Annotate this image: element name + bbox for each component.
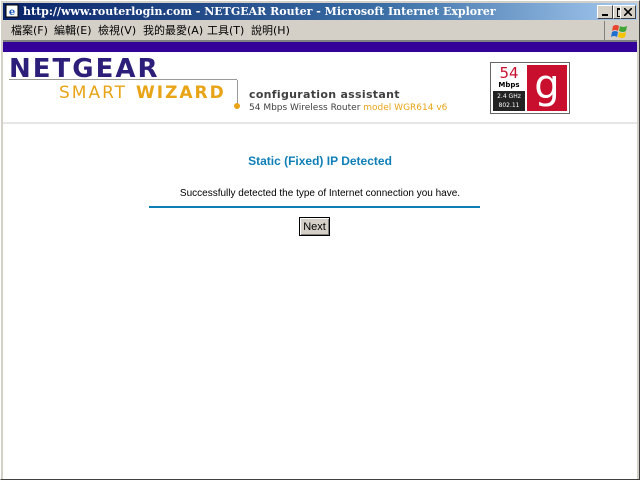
page-content: NETGEAR SMART WIZARD configuration assis… (3, 41, 637, 479)
badge-unit: Mbps (498, 81, 520, 89)
close-button[interactable] (620, 5, 636, 19)
title-bar[interactable]: e http://www.routerlogin.com - NETGEAR R… (3, 3, 637, 20)
badge-speed-panel: 54 Mbps 2.4 GHz 802.11 (493, 65, 525, 111)
logo-divider-vertical (237, 80, 238, 105)
ie-page-icon: e (5, 4, 19, 18)
menu-edit[interactable]: 編輯(E) (54, 23, 92, 38)
badge-standard: 802.11 (498, 102, 520, 109)
badge-speed: 54 (499, 64, 519, 82)
page-title: Static (Fixed) IP Detected (248, 154, 392, 168)
product-subtitle: 54 Mbps Wireless Router model WGR614 v6 (249, 103, 447, 113)
logo-divider-ext (185, 79, 237, 80)
menu-bar: 檔案(F) 編輯(E) 檢視(V) 我的最愛(A) 工具(T) 說明(H) (3, 21, 637, 41)
menu-tools[interactable]: 工具(T) (207, 23, 244, 38)
smartwizard-logo-smart: SMART (59, 83, 128, 103)
netgear-header: NETGEAR SMART WIZARD configuration assis… (3, 52, 637, 123)
logo-dot (234, 103, 240, 109)
minimize-icon (602, 14, 608, 16)
product-model: model WGR614 v6 (363, 103, 448, 113)
header-separator (3, 122, 637, 124)
close-icon (624, 8, 632, 16)
status-message: Successfully detected the type of Intern… (179, 188, 461, 199)
smartwizard-logo-wizard: WIZARD (136, 83, 226, 103)
menu-view[interactable]: 檢視(V) (98, 23, 136, 38)
window-title: http://www.routerlogin.com - NETGEAR Rou… (23, 5, 496, 18)
menu-help[interactable]: 說明(H) (251, 23, 290, 38)
badge-letter: g (527, 65, 567, 111)
minimize-button[interactable] (597, 5, 613, 19)
configuration-assistant-title: configuration assistant (249, 88, 400, 101)
badge-freq-text: 2.4 GHz (497, 93, 521, 100)
product-name: 54 Mbps Wireless Router (249, 103, 361, 113)
svg-text:e: e (9, 7, 15, 18)
badge-frequency: 2.4 GHz 802.11 (493, 91, 525, 111)
divider-line (149, 206, 480, 208)
wireless-g-badge: 54 Mbps 2.4 GHz 802.11 g (490, 62, 570, 114)
windows-flag-icon (604, 21, 635, 40)
browser-window: e http://www.routerlogin.com - NETGEAR R… (0, 0, 640, 480)
brand-bar (3, 42, 637, 52)
logo-divider (9, 79, 185, 80)
menu-file[interactable]: 檔案(F) (11, 23, 48, 38)
menu-favorites[interactable]: 我的最愛(A) (143, 23, 203, 38)
next-button[interactable]: Next (299, 217, 330, 236)
